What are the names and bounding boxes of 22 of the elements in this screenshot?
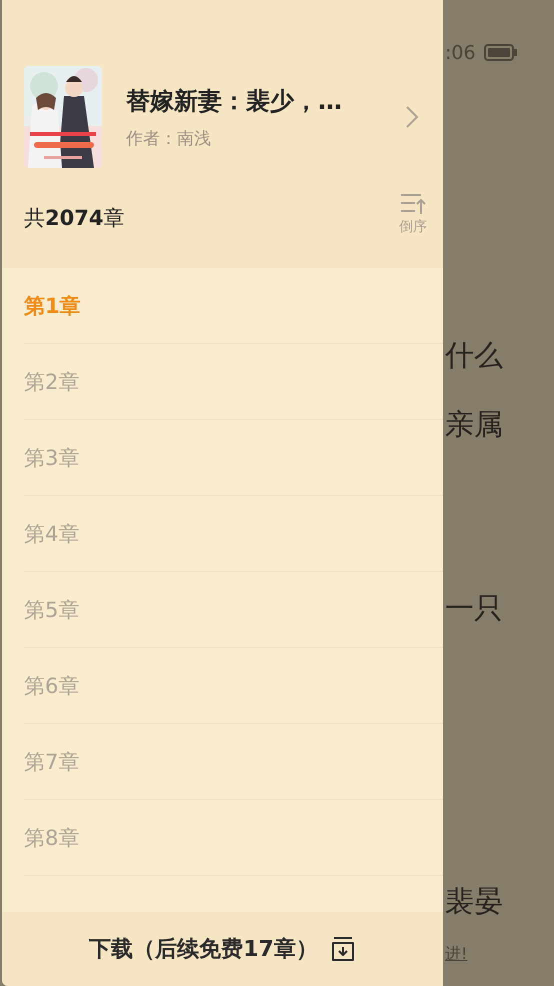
- sort-button[interactable]: 倒序: [399, 192, 427, 236]
- page-text: 一只: [445, 590, 503, 627]
- chapter-count: 共2074章: [24, 205, 124, 232]
- chapter-item[interactable]: 第2章: [24, 344, 443, 420]
- sort-icon: [399, 192, 427, 216]
- page-text: 进!: [445, 944, 468, 965]
- chapter-item[interactable]: 第8章: [24, 800, 443, 876]
- chapter-item[interactable]: 第7章: [24, 724, 443, 800]
- book-author: 作者：南浅: [126, 128, 212, 150]
- download-icon: [330, 936, 356, 962]
- page-text: 亲属: [445, 406, 503, 443]
- chapter-item[interactable]: 第3章: [24, 420, 443, 496]
- status-time: :06: [445, 42, 476, 64]
- chapter-item[interactable]: 第6章: [24, 648, 443, 724]
- chevron-right-icon[interactable]: [405, 105, 419, 129]
- book-title: 替嫁新妻：裴少，…: [126, 86, 343, 116]
- chapter-item[interactable]: 第5章: [24, 572, 443, 648]
- page-text: 裴晏: [445, 883, 503, 920]
- battery-icon: [484, 44, 517, 61]
- page-text: 什么: [445, 337, 503, 374]
- chapter-item[interactable]: 第1章: [24, 268, 443, 344]
- chapter-item[interactable]: 第4章: [24, 496, 443, 572]
